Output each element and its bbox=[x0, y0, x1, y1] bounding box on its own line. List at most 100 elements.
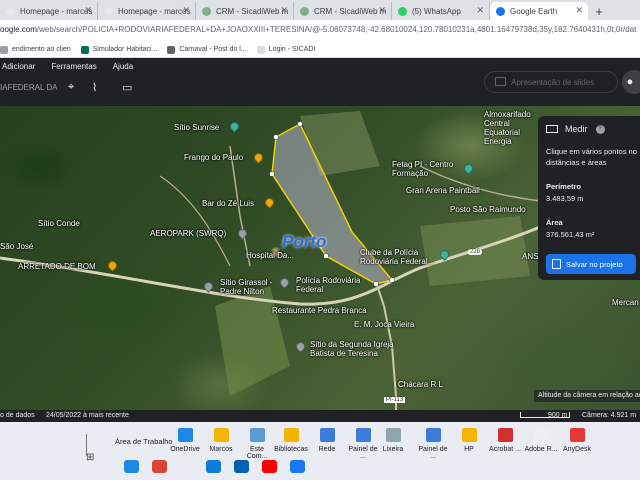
store-icon[interactable] bbox=[234, 460, 249, 473]
recycle-bin-icon bbox=[385, 428, 401, 442]
map-label[interactable]: E. M. Joca Vieira bbox=[354, 320, 414, 329]
bookmark-item[interactable]: Carnaval - Post do l... bbox=[167, 45, 247, 54]
measure-instructions: Clique em vários pontos no distâncias e … bbox=[546, 147, 637, 167]
secondary-road bbox=[159, 175, 231, 267]
tab-title: Homepage - marcos bbox=[20, 6, 93, 16]
bookmark-item[interactable]: endimento ao clien bbox=[0, 45, 71, 54]
map-label[interactable]: Clube da Polícia Rodoviária Federal... bbox=[360, 248, 440, 266]
desktop-shortcut-acrobat[interactable]: Acrobat ... bbox=[488, 428, 522, 453]
browser-tab-strip: Homepage - marcos ✕ Homepage - marcos ✕ CR… bbox=[0, 0, 640, 20]
edge-icon[interactable] bbox=[206, 460, 221, 473]
close-icon[interactable]: ✕ bbox=[182, 5, 190, 16]
project-name[interactable]: IAFEDERAL DA bbox=[0, 83, 62, 92]
shortcut-label: Lixeira bbox=[382, 446, 404, 453]
map-label[interactable]: Mercan bbox=[612, 298, 639, 307]
desktop-shortcut-hp[interactable]: HP bbox=[452, 428, 486, 453]
desktop-shortcut-onedrive[interactable]: OneDrive bbox=[168, 428, 202, 453]
earth-header: Adicionar Ferramentas Ajuda IAFEDERAL DA… bbox=[0, 58, 640, 106]
measure-header: Medir ? bbox=[546, 124, 605, 134]
browser-tab-active[interactable]: Google Earth ✕ bbox=[490, 2, 588, 20]
map-label[interactable]: Frango do Paulo bbox=[184, 153, 243, 162]
user-icon[interactable]: ● bbox=[622, 70, 640, 94]
facebook-icon[interactable] bbox=[290, 460, 305, 473]
desktop-shortcut-marcos[interactable]: Marcos bbox=[204, 428, 238, 453]
map-label[interactable]: AEROPARK (SWRQ) bbox=[150, 229, 226, 238]
desktop-shortcut-recycle-bin[interactable]: Lixeira bbox=[376, 428, 410, 453]
url-host: oogle.com bbox=[0, 25, 37, 34]
desktop-toolbar-label[interactable]: Área de Trabalho bbox=[115, 437, 173, 446]
close-icon[interactable]: ✕ bbox=[84, 5, 92, 16]
map-label[interactable]: Posto São Raimundo bbox=[450, 205, 526, 214]
close-icon[interactable]: ✕ bbox=[476, 5, 484, 16]
path-icon[interactable]: ⌇ bbox=[92, 81, 97, 94]
url-text[interactable]: oogle.com/web/search/POLICIA+RODOVIARIAF… bbox=[0, 25, 640, 34]
control-panel-icon bbox=[425, 428, 441, 442]
data-source[interactable]: o de dados bbox=[0, 412, 35, 419]
map-label[interactable]: Sítio Conde bbox=[38, 219, 80, 228]
acrobat-icon bbox=[497, 428, 513, 442]
browser-tab[interactable]: (5) WhatsApp ✕ bbox=[392, 2, 490, 20]
map-label[interactable]: ARRETADO DE BOM bbox=[18, 262, 96, 271]
map-label[interactable]: São José bbox=[0, 242, 33, 251]
map-label[interactable]: Sítio Sunrise bbox=[174, 123, 219, 132]
chrome-icon[interactable] bbox=[152, 460, 167, 473]
hp-folder-icon bbox=[461, 428, 477, 442]
tab-title: Homepage - marcos bbox=[118, 6, 191, 16]
shortcut-label: Rede bbox=[318, 446, 336, 453]
shortcut-label: OneDrive bbox=[170, 446, 200, 453]
mail-icon[interactable] bbox=[124, 460, 139, 473]
ruler-icon[interactable]: ▭ bbox=[122, 81, 132, 94]
close-icon[interactable]: ✕ bbox=[378, 5, 386, 16]
menu-ajuda[interactable]: Ajuda bbox=[113, 62, 133, 71]
browser-tab[interactable]: Homepage - marcos ✕ bbox=[0, 2, 98, 20]
save-icon bbox=[552, 259, 561, 269]
map-label[interactable]: Almoxarifado Central Equatorial Energia bbox=[484, 110, 540, 146]
tab-favicon bbox=[202, 7, 211, 16]
menu-ferramentas[interactable]: Ferramentas bbox=[51, 62, 96, 71]
computer-icon bbox=[249, 428, 265, 442]
location-pin-icon[interactable]: ⌖ bbox=[68, 81, 74, 94]
tab-favicon bbox=[6, 7, 15, 16]
desktop-icon[interactable]: ⊞ bbox=[86, 452, 94, 463]
map-label[interactable]: Sítio da Segunda Igreja Batista de Teres… bbox=[310, 340, 410, 358]
browser-tab[interactable]: CRM - SicadiWeb m ✕ bbox=[294, 2, 392, 20]
map-label[interactable]: Chácara R L bbox=[398, 380, 443, 389]
bookmark-label: Simulador Habitaci... bbox=[92, 46, 158, 53]
desktop-shortcut-network[interactable]: Rede bbox=[310, 428, 344, 453]
address-bar[interactable]: oogle.com/web/search/POLICIA+RODOVIARIAF… bbox=[0, 20, 640, 42]
map-label[interactable]: Restaurante Pedra Branca bbox=[272, 306, 367, 315]
map-label[interactable]: ANS bbox=[522, 252, 538, 261]
desktop-shortcut-anydesk[interactable]: AnyDesk bbox=[560, 428, 594, 453]
help-icon[interactable]: ? bbox=[595, 124, 605, 134]
close-icon[interactable]: ✕ bbox=[280, 5, 288, 16]
tab-title: (5) WhatsApp bbox=[412, 6, 461, 16]
bookmark-item[interactable]: Simulador Habitaci... bbox=[80, 45, 158, 54]
shortcut-label: Este Com... bbox=[246, 446, 268, 460]
libraries-icon bbox=[283, 428, 299, 442]
desktop-shortcut-libraries[interactable]: Bibliotecas bbox=[274, 428, 308, 453]
save-to-project-button[interactable]: Salvar no projeto bbox=[546, 254, 636, 274]
tab-favicon bbox=[104, 7, 113, 16]
desktop-shortcut-control-panel[interactable]: Painel de ... bbox=[346, 428, 380, 460]
desktop-shortcut-adobe-reader[interactable]: Adobe R... bbox=[524, 428, 558, 453]
desktop-shortcut-this-pc[interactable]: Este Com... bbox=[240, 428, 274, 460]
close-icon[interactable]: ✕ bbox=[575, 5, 583, 16]
bookmark-label: Login - SICADI bbox=[268, 46, 316, 53]
youtube-icon[interactable] bbox=[262, 460, 277, 473]
map-label[interactable]: Bar do Zé Luis bbox=[202, 199, 254, 208]
desktop-shortcut-control-panel-2[interactable]: Painel de ... bbox=[416, 428, 450, 460]
save-label: Salvar no projeto bbox=[566, 259, 623, 269]
bookmark-item[interactable]: Login - SICADI bbox=[256, 45, 316, 54]
map-label[interactable]: Polícia Rodoviária Federal bbox=[296, 276, 376, 294]
tab-favicon bbox=[496, 7, 505, 16]
perimeter-label: Perímetro bbox=[546, 182, 582, 191]
map-label[interactable]: Fetag PI - Centro Formação bbox=[392, 160, 462, 178]
present-slides-button[interactable]: Apresentação de slides bbox=[484, 71, 618, 93]
plus-icon[interactable]: + bbox=[588, 2, 610, 20]
browser-tab[interactable]: CRM - SicadiWeb m ✕ bbox=[196, 2, 294, 20]
browser-tab[interactable]: Homepage - marcos ✕ bbox=[98, 2, 196, 20]
menu-adicionar[interactable]: Adicionar bbox=[2, 62, 35, 71]
road-shield: 226 bbox=[468, 249, 483, 255]
map-label[interactable]: Gran Arena Paintball bbox=[406, 186, 480, 195]
map-label[interactable]: Hospital Da... bbox=[246, 251, 294, 260]
